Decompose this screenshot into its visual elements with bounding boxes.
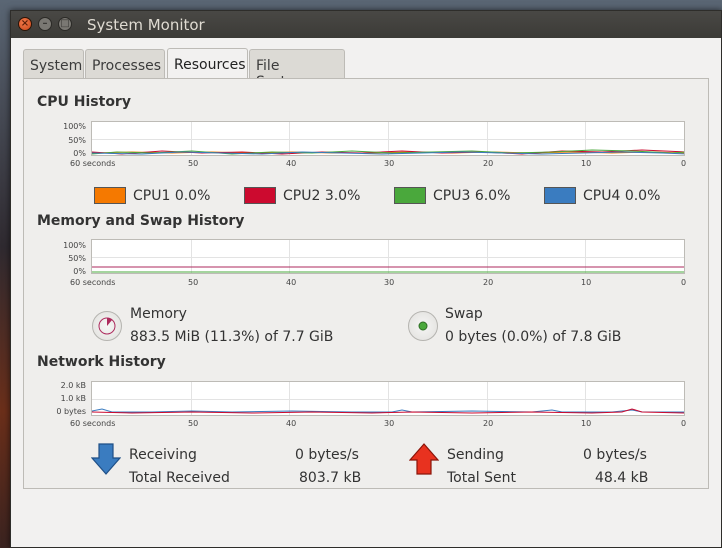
cpu-ytick-100: 100% (63, 122, 86, 131)
tab-processes[interactable]: Processes (85, 49, 165, 78)
upload-arrow-icon[interactable] (409, 443, 439, 475)
resources-panel: CPU History 100% 50% 0% 60 seconds 50 40… (23, 78, 709, 489)
mem-xtick-0: 0 (681, 278, 687, 287)
tab-system[interactable]: System (23, 49, 84, 78)
network-history-title: Network History (37, 354, 166, 370)
mem-xtick-20: 20 (483, 278, 494, 287)
total-sent-value: 48.4 kB (595, 470, 649, 486)
sending-value: 0 bytes/s (583, 447, 647, 463)
swap-pie-chart (418, 321, 428, 331)
net-xtick-30: 30 (384, 419, 395, 428)
download-arrow-icon[interactable] (91, 443, 121, 475)
cpu3-color-swatch[interactable] (394, 187, 426, 204)
net-ytick-1kb: 1.0 kB (60, 394, 86, 403)
close-button[interactable]: × (18, 17, 32, 31)
mem-ytick-50: 50% (68, 254, 86, 263)
title-bar[interactable]: × – □ System Monitor (11, 11, 721, 38)
net-xtick-0: 0 (681, 419, 687, 428)
total-sent-label: Total Sent (447, 470, 517, 486)
cpu-xtick-30: 30 (384, 159, 395, 168)
total-received-value: 803.7 kB (299, 470, 362, 486)
memory-plot-lines (92, 266, 684, 273)
memory-value: 883.5 MiB (11.3%) of 7.7 GiB (130, 329, 334, 345)
cpu-xtick-50: 50 (188, 159, 199, 168)
receive-line (92, 408, 684, 413)
cpu-xtick-20: 20 (483, 159, 494, 168)
tab-file-systems[interactable]: File Systems (249, 49, 345, 90)
cpu-history-graph (91, 121, 685, 156)
total-received-label: Total Received (129, 470, 230, 486)
memory-pie-chart (98, 317, 116, 335)
memory-swap-history-title: Memory and Swap History (37, 213, 245, 229)
cpu1-value: 0.0% (174, 188, 211, 204)
minimize-icon: – (42, 18, 48, 29)
close-icon: × (20, 18, 30, 29)
cpu2-label: CPU2 (283, 188, 321, 204)
maximize-button[interactable]: □ (58, 17, 72, 31)
mem-ytick-0: 0% (73, 267, 86, 276)
net-xtick-60: 60 seconds (70, 419, 116, 428)
cpu-xtick-60: 60 seconds (70, 159, 116, 168)
mem-xtick-10: 10 (581, 278, 592, 287)
net-ytick-0: 0 bytes (56, 407, 86, 416)
cpu-xtick-40: 40 (286, 159, 297, 168)
memory-label: Memory (130, 306, 187, 322)
tab-resources[interactable]: Resources (167, 48, 248, 79)
cpu-xtick-10: 10 (581, 159, 592, 168)
mem-xtick-50: 50 (188, 278, 199, 287)
cpu1-label: CPU1 (133, 188, 171, 204)
cpu-plot-lines (92, 149, 684, 155)
cpu4-label: CPU4 (583, 188, 621, 204)
mem-xtick-30: 30 (384, 278, 395, 287)
net-xtick-40: 40 (286, 419, 297, 428)
receiving-label: Receiving (129, 447, 197, 463)
maximize-icon: □ (60, 18, 70, 29)
cpu3-label: CPU3 (433, 188, 471, 204)
network-history-graph (91, 381, 685, 416)
cpu-xtick-0: 0 (681, 159, 687, 168)
cpu1-color-swatch[interactable] (94, 187, 126, 204)
cpu4-value: 0.0% (624, 188, 661, 204)
cpu2-legend: CPU2 3.0% (283, 188, 360, 204)
memory-history-graph (91, 239, 685, 274)
minimize-button[interactable]: – (38, 17, 52, 31)
mem-xtick-60: 60 seconds (70, 278, 116, 287)
cpu-history-title: CPU History (37, 94, 131, 110)
cpu1-legend: CPU1 0.0% (133, 188, 210, 204)
net-xtick-50: 50 (188, 419, 199, 428)
network-plot-lines (92, 408, 684, 414)
swap-label: Swap (445, 306, 483, 322)
net-xtick-10: 10 (581, 419, 592, 428)
mem-xtick-40: 40 (286, 278, 297, 287)
cpu2-color-swatch[interactable] (244, 187, 276, 204)
cpu-ytick-50: 50% (68, 136, 86, 145)
cpu3-legend: CPU3 6.0% (433, 188, 510, 204)
net-xtick-20: 20 (483, 419, 494, 428)
system-monitor-window: × – □ System Monitor System Processes Re… (10, 10, 722, 548)
mem-ytick-100: 100% (63, 241, 86, 250)
cpu4-color-swatch[interactable] (544, 187, 576, 204)
window-title: System Monitor (87, 16, 205, 34)
swap-pie-dot (418, 321, 428, 331)
memory-pie-icon[interactable] (92, 311, 122, 341)
sending-label: Sending (447, 447, 504, 463)
cpu4-legend: CPU4 0.0% (583, 188, 660, 204)
swap-pie-icon[interactable] (408, 311, 438, 341)
net-ytick-2kb: 2.0 kB (60, 381, 86, 390)
cpu3-value: 6.0% (474, 188, 511, 204)
swap-value: 0 bytes (0.0%) of 7.8 GiB (445, 329, 622, 345)
cpu2-value: 3.0% (324, 188, 361, 204)
cpu-ytick-0: 0% (73, 149, 86, 158)
receiving-value: 0 bytes/s (295, 447, 359, 463)
